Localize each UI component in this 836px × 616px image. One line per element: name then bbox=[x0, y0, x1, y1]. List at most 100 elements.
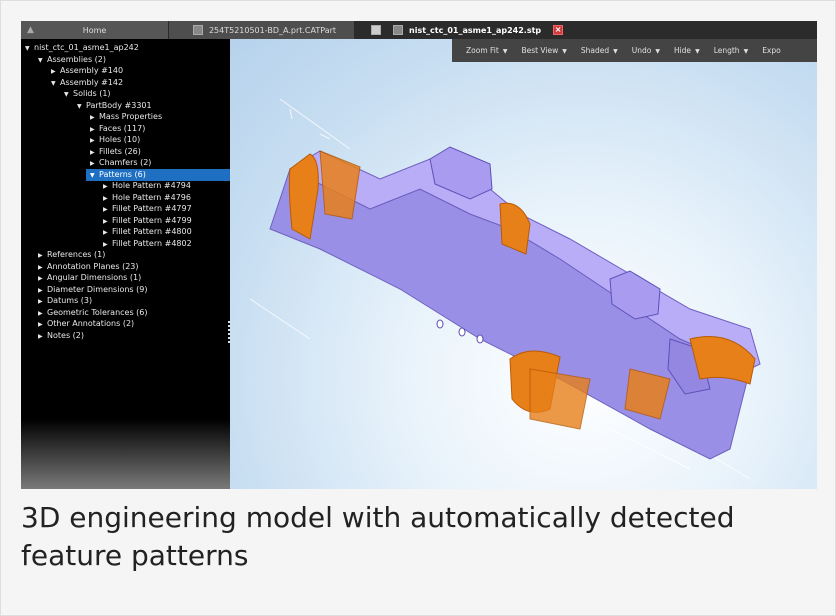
tree-item-label: nist_ctc_01_asme1_ap242 bbox=[34, 43, 139, 52]
tree-item-label: Holes (10) bbox=[99, 135, 141, 144]
dropdown-arrow-icon: ▼ bbox=[502, 48, 508, 55]
caret-right-icon[interactable]: ▶ bbox=[38, 296, 47, 308]
model-tree: ▶ Notes (2) ▶ Other Annotations (2) ▶ Geometr… bbox=[21, 39, 234, 489]
tree-item[interactable]: ▶ Hole Pattern #4794 bbox=[103, 180, 191, 192]
tree-item[interactable]: ▶ Chamfers (2) bbox=[90, 157, 151, 169]
tree-item[interactable]: ▶ Holes (10) bbox=[90, 134, 140, 146]
tab-home[interactable]: ▲ Home bbox=[21, 21, 169, 39]
dropdown-arrow-icon: ▼ bbox=[613, 48, 618, 55]
tree-item[interactable]: ▼ Assemblies (2) bbox=[38, 54, 106, 66]
tree-item-label: Assembly #140 bbox=[60, 66, 124, 75]
dropdown-arrow-icon: ▼ bbox=[562, 48, 567, 55]
tree-item-label: Other Annotations (2) bbox=[47, 319, 135, 328]
caret-down-icon[interactable]: ▼ bbox=[51, 78, 60, 90]
tab-bar: ▲ Home 254T5210501-BD_A.prt.CATPart nist… bbox=[21, 21, 817, 39]
tree-item[interactable]: ▶ Angular Dimensions (1) bbox=[38, 272, 141, 284]
caret-right-icon[interactable]: ▶ bbox=[38, 273, 47, 285]
caret-right-icon[interactable]: ▶ bbox=[90, 147, 99, 159]
caret-right-icon[interactable]: ▶ bbox=[38, 319, 47, 331]
tree-item-label: Hole Pattern #4796 bbox=[112, 192, 191, 202]
caret-down-icon[interactable]: ▼ bbox=[90, 170, 99, 182]
tree-item-label: Assembly #142 bbox=[60, 77, 124, 87]
tree-item-label: Geometric Tolerances (6) bbox=[47, 307, 148, 317]
caret-down-icon[interactable]: ▼ bbox=[38, 55, 47, 67]
tree-item[interactable]: ▶ References (1) bbox=[38, 249, 105, 261]
tree-item[interactable]: ▶ Annotation Planes (23) bbox=[38, 261, 139, 273]
tab-close-icon[interactable] bbox=[192, 25, 203, 35]
caret-down-icon[interactable]: ▼ bbox=[64, 89, 73, 101]
tree-item[interactable]: ▶ Other Annotations (2) bbox=[38, 318, 134, 330]
tree-item[interactable]: ▶ Mass Properties bbox=[90, 111, 162, 123]
tab-model-icon[interactable] bbox=[393, 25, 403, 35]
tree-item-label: Angular Dimensions (1) bbox=[47, 273, 142, 282]
tree-item[interactable]: ▶ Fillet Pattern #4802 bbox=[103, 238, 192, 250]
tree-item-label: Assemblies (2) bbox=[47, 54, 107, 64]
tree-item[interactable]: ▼ nist_ctc_01_asme1_ap242 bbox=[25, 42, 139, 54]
caret-right-icon[interactable]: ▶ bbox=[38, 250, 47, 262]
tab-home-label: Home bbox=[82, 25, 107, 35]
tree-item-label: Mass Properties bbox=[99, 112, 163, 121]
toolbar-button[interactable]: Expo bbox=[762, 46, 781, 55]
caret-right-icon[interactable]: ▶ bbox=[103, 227, 112, 239]
tree-item-label: Hole Pattern #4794 bbox=[112, 181, 191, 190]
caret-right-icon[interactable]: ▶ bbox=[51, 66, 60, 78]
tree-item[interactable]: ▼ Patterns (6) bbox=[86, 168, 234, 182]
caret-right-icon[interactable]: ▶ bbox=[103, 181, 112, 193]
tree-item-label: PartBody #3301 bbox=[86, 100, 152, 110]
tree-fade bbox=[21, 419, 230, 489]
caret-right-icon[interactable]: ▶ bbox=[90, 112, 99, 124]
toolbar-button-label: Zoom Fit bbox=[466, 46, 499, 55]
toolbar-button[interactable]: Length ▼ bbox=[714, 46, 749, 55]
tree-item[interactable]: ▶ Fillet Pattern #4799 bbox=[103, 215, 192, 227]
caret-right-icon[interactable]: ▶ bbox=[90, 124, 99, 136]
tree-item[interactable]: ▶ Fillets (26) bbox=[90, 146, 141, 158]
tab-catpart-label: 254T5210501-BD_A.prt.CATPart bbox=[208, 25, 337, 35]
caret-right-icon[interactable]: ▶ bbox=[103, 239, 112, 251]
close-icon[interactable]: × bbox=[553, 25, 564, 35]
tree-item[interactable]: ▶ Datums (3) bbox=[38, 295, 92, 307]
toolbar-button[interactable]: Zoom Fit ▼ bbox=[466, 46, 507, 55]
tree-item[interactable]: ▶ Faces (117) bbox=[90, 123, 145, 135]
caret-right-icon[interactable]: ▶ bbox=[103, 216, 112, 228]
tree-item[interactable]: ▶ Geometric Tolerances (6) bbox=[38, 307, 148, 319]
caret-right-icon[interactable]: ▶ bbox=[38, 262, 47, 274]
tree-item-label: References (1) bbox=[47, 250, 106, 259]
toolbar-button[interactable]: Shaded ▼ bbox=[581, 46, 618, 55]
caret-right-icon[interactable]: ▶ bbox=[38, 331, 47, 343]
tree-item[interactable]: ▼ Assembly #142 bbox=[51, 77, 123, 89]
model-view bbox=[249, 98, 761, 480]
toolbar-button-label: Expo bbox=[762, 46, 781, 55]
3d-viewport[interactable]: Zoom Fit ▼ Best View ▼ Shaded ▼ Undo ▼ Hide ▼ Leng… bbox=[230, 39, 817, 489]
tree-item-label: Notes (2) bbox=[47, 330, 84, 340]
app-window: ▲ Home 254T5210501-BD_A.prt.CATPart nist… bbox=[21, 21, 817, 489]
tree-item[interactable]: ▶ Notes (2) bbox=[38, 330, 84, 342]
tree-item-label: Datums (3) bbox=[47, 296, 93, 305]
caret-right-icon[interactable]: ▶ bbox=[103, 193, 112, 205]
caret-down-icon[interactable]: ▼ bbox=[77, 101, 86, 113]
dropdown-arrow-icon: ▼ bbox=[655, 48, 660, 55]
tree-item[interactable]: ▶ Hole Pattern #4796 bbox=[103, 192, 191, 204]
toolbar-button[interactable]: Undo ▼ bbox=[632, 46, 660, 55]
caret-right-icon[interactable]: ▶ bbox=[38, 308, 47, 320]
caret-right-icon[interactable]: ▶ bbox=[103, 204, 112, 216]
tree-item-label: Fillet Pattern #4797 bbox=[112, 204, 192, 213]
tree-item[interactable]: ▶ Assembly #140 bbox=[51, 65, 123, 77]
tree-item[interactable]: ▶ Fillet Pattern #4800 bbox=[103, 226, 192, 238]
tab-stp[interactable]: nist_ctc_01_asme1_ap242.stp × bbox=[355, 21, 817, 39]
tab-catpart[interactable]: 254T5210501-BD_A.prt.CATPart bbox=[169, 21, 355, 39]
tree-item-label: Fillet Pattern #4800 bbox=[112, 227, 192, 236]
tree-item[interactable]: ▶ Diameter Dimensions (9) bbox=[38, 284, 147, 296]
toolbar-button[interactable]: Best View ▼ bbox=[521, 46, 566, 55]
caret-right-icon[interactable]: ▶ bbox=[38, 285, 47, 297]
tree-item[interactable]: ▶ Fillet Pattern #4797 bbox=[103, 203, 192, 215]
toolbar-button[interactable]: Hide ▼ bbox=[674, 46, 700, 55]
caret-down-icon[interactable]: ▼ bbox=[25, 43, 34, 55]
tab-square-icon[interactable] bbox=[371, 25, 381, 35]
caret-right-icon[interactable]: ▶ bbox=[90, 158, 99, 170]
tree-item[interactable]: ▼ PartBody #3301 bbox=[77, 100, 152, 112]
tree-item-label: Fillet Pattern #4799 bbox=[112, 215, 192, 225]
caret-right-icon[interactable]: ▶ bbox=[90, 135, 99, 147]
toolbar-button-label: Best View bbox=[521, 46, 559, 55]
figure-caption: 3D engineering model with automatically … bbox=[21, 501, 735, 572]
tree-item[interactable]: ▼ Solids (1) bbox=[64, 88, 111, 100]
